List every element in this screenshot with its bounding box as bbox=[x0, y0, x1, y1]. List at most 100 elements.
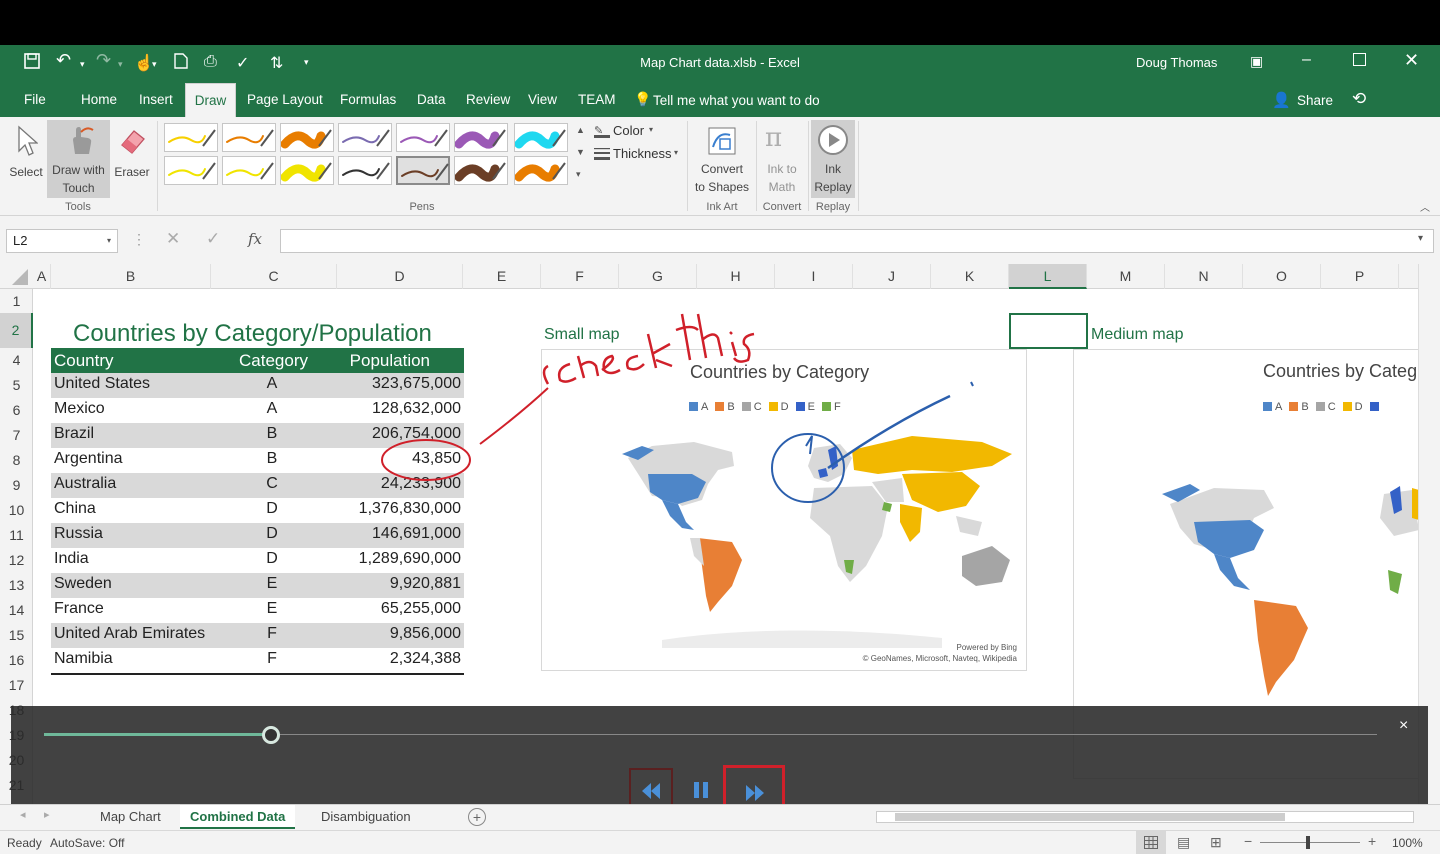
selected-cell-l2[interactable] bbox=[1009, 313, 1088, 349]
column-header-a[interactable]: A bbox=[33, 264, 51, 289]
eraser-button[interactable]: Eraser bbox=[112, 121, 152, 191]
zoom-in-icon[interactable]: + bbox=[1368, 833, 1376, 849]
cancel-entry-icon[interactable]: ✕ bbox=[166, 229, 180, 249]
pen-swatch[interactable] bbox=[338, 156, 392, 185]
tab-draw[interactable]: Draw bbox=[185, 83, 236, 117]
row-header-16[interactable]: 16 bbox=[0, 648, 33, 673]
row-header-10[interactable]: 10 bbox=[0, 498, 33, 523]
sheet-prev-icon[interactable]: ◂ bbox=[20, 808, 26, 821]
column-header-l[interactable]: L bbox=[1009, 264, 1087, 289]
select-button[interactable]: Select bbox=[6, 121, 46, 191]
row-header-11[interactable]: 11 bbox=[0, 523, 33, 548]
zoom-slider-handle[interactable] bbox=[1306, 836, 1310, 849]
row-header-17[interactable]: 17 bbox=[0, 673, 33, 698]
formula-input[interactable] bbox=[280, 229, 1434, 253]
zoom-slider[interactable] bbox=[1260, 842, 1360, 843]
column-header-c[interactable]: C bbox=[211, 264, 337, 289]
table-row[interactable]: Namibia F 2,324,388 bbox=[51, 648, 464, 673]
row-header-8[interactable]: 8 bbox=[0, 448, 33, 473]
ribbon-display-options-icon[interactable]: ▣ bbox=[1250, 53, 1263, 70]
share-button[interactable]: Share bbox=[1297, 93, 1333, 108]
tab-data[interactable]: Data bbox=[409, 83, 454, 117]
convert-to-shapes-button[interactable]: Convert to Shapes bbox=[690, 121, 754, 197]
table-row[interactable]: India D 1,289,690,000 bbox=[51, 548, 464, 573]
close-replay-icon[interactable]: × bbox=[1399, 717, 1408, 735]
pen-swatch[interactable] bbox=[338, 123, 392, 152]
pens-scroll-down-icon[interactable]: ▼ bbox=[576, 147, 585, 157]
horizontal-scrollbar[interactable] bbox=[876, 811, 1414, 823]
row-header-12[interactable]: 12 bbox=[0, 548, 33, 573]
pen-swatch[interactable] bbox=[280, 156, 334, 185]
collapse-ribbon-icon[interactable]: ︿ bbox=[1420, 199, 1430, 214]
table-row[interactable]: United Arab Emirates F 9,856,000 bbox=[51, 623, 464, 648]
row-header-2[interactable]: 2 bbox=[0, 313, 33, 348]
horizontal-scroll-thumb[interactable] bbox=[895, 813, 1285, 821]
row-header-14[interactable]: 14 bbox=[0, 598, 33, 623]
pen-swatch[interactable] bbox=[396, 156, 450, 185]
column-header-o[interactable]: O bbox=[1243, 264, 1321, 289]
row-header-6[interactable]: 6 bbox=[0, 398, 33, 423]
row-header-13[interactable]: 13 bbox=[0, 573, 33, 598]
pen-swatch[interactable] bbox=[514, 156, 568, 185]
normal-view-button[interactable] bbox=[1136, 831, 1166, 854]
tell-me-search[interactable]: Tell me what you want to do bbox=[653, 93, 820, 108]
confirm-entry-icon[interactable]: ✓ bbox=[206, 229, 220, 249]
pause-button[interactable] bbox=[689, 778, 713, 802]
sheet-next-icon[interactable]: ▸ bbox=[44, 808, 50, 821]
tab-page-layout[interactable]: Page Layout bbox=[239, 83, 331, 117]
table-row[interactable]: France E 65,255,000 bbox=[51, 598, 464, 623]
column-header-d[interactable]: D bbox=[337, 264, 463, 289]
pens-scroll-up-icon[interactable]: ▲ bbox=[576, 125, 585, 135]
column-header-k[interactable]: K bbox=[931, 264, 1009, 289]
row-header-1[interactable]: 1 bbox=[0, 289, 33, 313]
draw-with-touch-button[interactable]: Draw with Touch bbox=[47, 120, 110, 198]
pen-swatch[interactable] bbox=[454, 156, 508, 185]
close-icon[interactable]: ✕ bbox=[1404, 50, 1419, 71]
tab-insert[interactable]: Insert bbox=[131, 83, 181, 117]
replay-scrubber-handle[interactable] bbox=[261, 726, 280, 744]
row-header-4[interactable]: 4 bbox=[0, 348, 33, 373]
pen-swatch[interactable] bbox=[164, 123, 218, 152]
pen-swatch[interactable] bbox=[396, 123, 450, 152]
column-header-m[interactable]: M bbox=[1087, 264, 1165, 289]
zoom-out-icon[interactable]: − bbox=[1244, 833, 1252, 849]
maximize-icon[interactable] bbox=[1353, 53, 1366, 66]
expand-formula-bar-icon[interactable]: ▾ bbox=[1418, 233, 1423, 244]
pen-swatch[interactable] bbox=[164, 156, 218, 185]
row-header-9[interactable]: 9 bbox=[0, 473, 33, 498]
column-header-f[interactable]: F bbox=[541, 264, 619, 289]
history-icon[interactable]: ⟲ bbox=[1352, 89, 1366, 109]
column-header-i[interactable]: I bbox=[775, 264, 853, 289]
page-layout-view-icon[interactable]: ▤ bbox=[1177, 834, 1190, 851]
name-box[interactable]: L2 ▾ bbox=[6, 229, 118, 253]
tab-view[interactable]: View bbox=[520, 83, 565, 117]
select-all-corner[interactable] bbox=[12, 269, 28, 285]
sheet-tab-disambiguation[interactable]: Disambiguation bbox=[311, 805, 421, 829]
column-header-g[interactable]: G bbox=[619, 264, 697, 289]
tab-team[interactable]: TEAM bbox=[570, 83, 624, 117]
insert-function-button[interactable]: fx bbox=[248, 230, 262, 248]
sheet-tab-map-chart[interactable]: Map Chart bbox=[90, 805, 171, 829]
pens-more-icon[interactable]: ▾ bbox=[576, 169, 581, 180]
table-row[interactable]: Sweden E 9,920,881 bbox=[51, 573, 464, 598]
page-break-view-icon[interactable]: ⊞ bbox=[1210, 834, 1222, 851]
column-header-b[interactable]: B bbox=[51, 264, 211, 289]
column-header-n[interactable]: N bbox=[1165, 264, 1243, 289]
column-header-e[interactable]: E bbox=[463, 264, 541, 289]
column-header-h[interactable]: H bbox=[697, 264, 775, 289]
sheet-tab-combined-data[interactable]: Combined Data bbox=[180, 805, 296, 829]
tab-review[interactable]: Review bbox=[458, 83, 518, 117]
zoom-level[interactable]: 100% bbox=[1392, 836, 1423, 850]
status-autosave[interactable]: AutoSave: Off bbox=[50, 836, 125, 850]
pen-swatch[interactable] bbox=[280, 123, 334, 152]
row-header-15[interactable]: 15 bbox=[0, 623, 33, 648]
ink-replay-button[interactable]: Ink Replay bbox=[811, 120, 855, 198]
row-header-7[interactable]: 7 bbox=[0, 423, 33, 448]
table-row[interactable]: Russia D 146,691,000 bbox=[51, 523, 464, 548]
minimize-icon[interactable]: – bbox=[1302, 51, 1311, 69]
tab-file[interactable]: File bbox=[16, 83, 54, 117]
pen-swatch[interactable] bbox=[222, 156, 276, 185]
user-name[interactable]: Doug Thomas bbox=[1136, 55, 1217, 70]
add-sheet-icon[interactable]: + bbox=[468, 808, 486, 826]
pen-swatch[interactable] bbox=[514, 123, 568, 152]
